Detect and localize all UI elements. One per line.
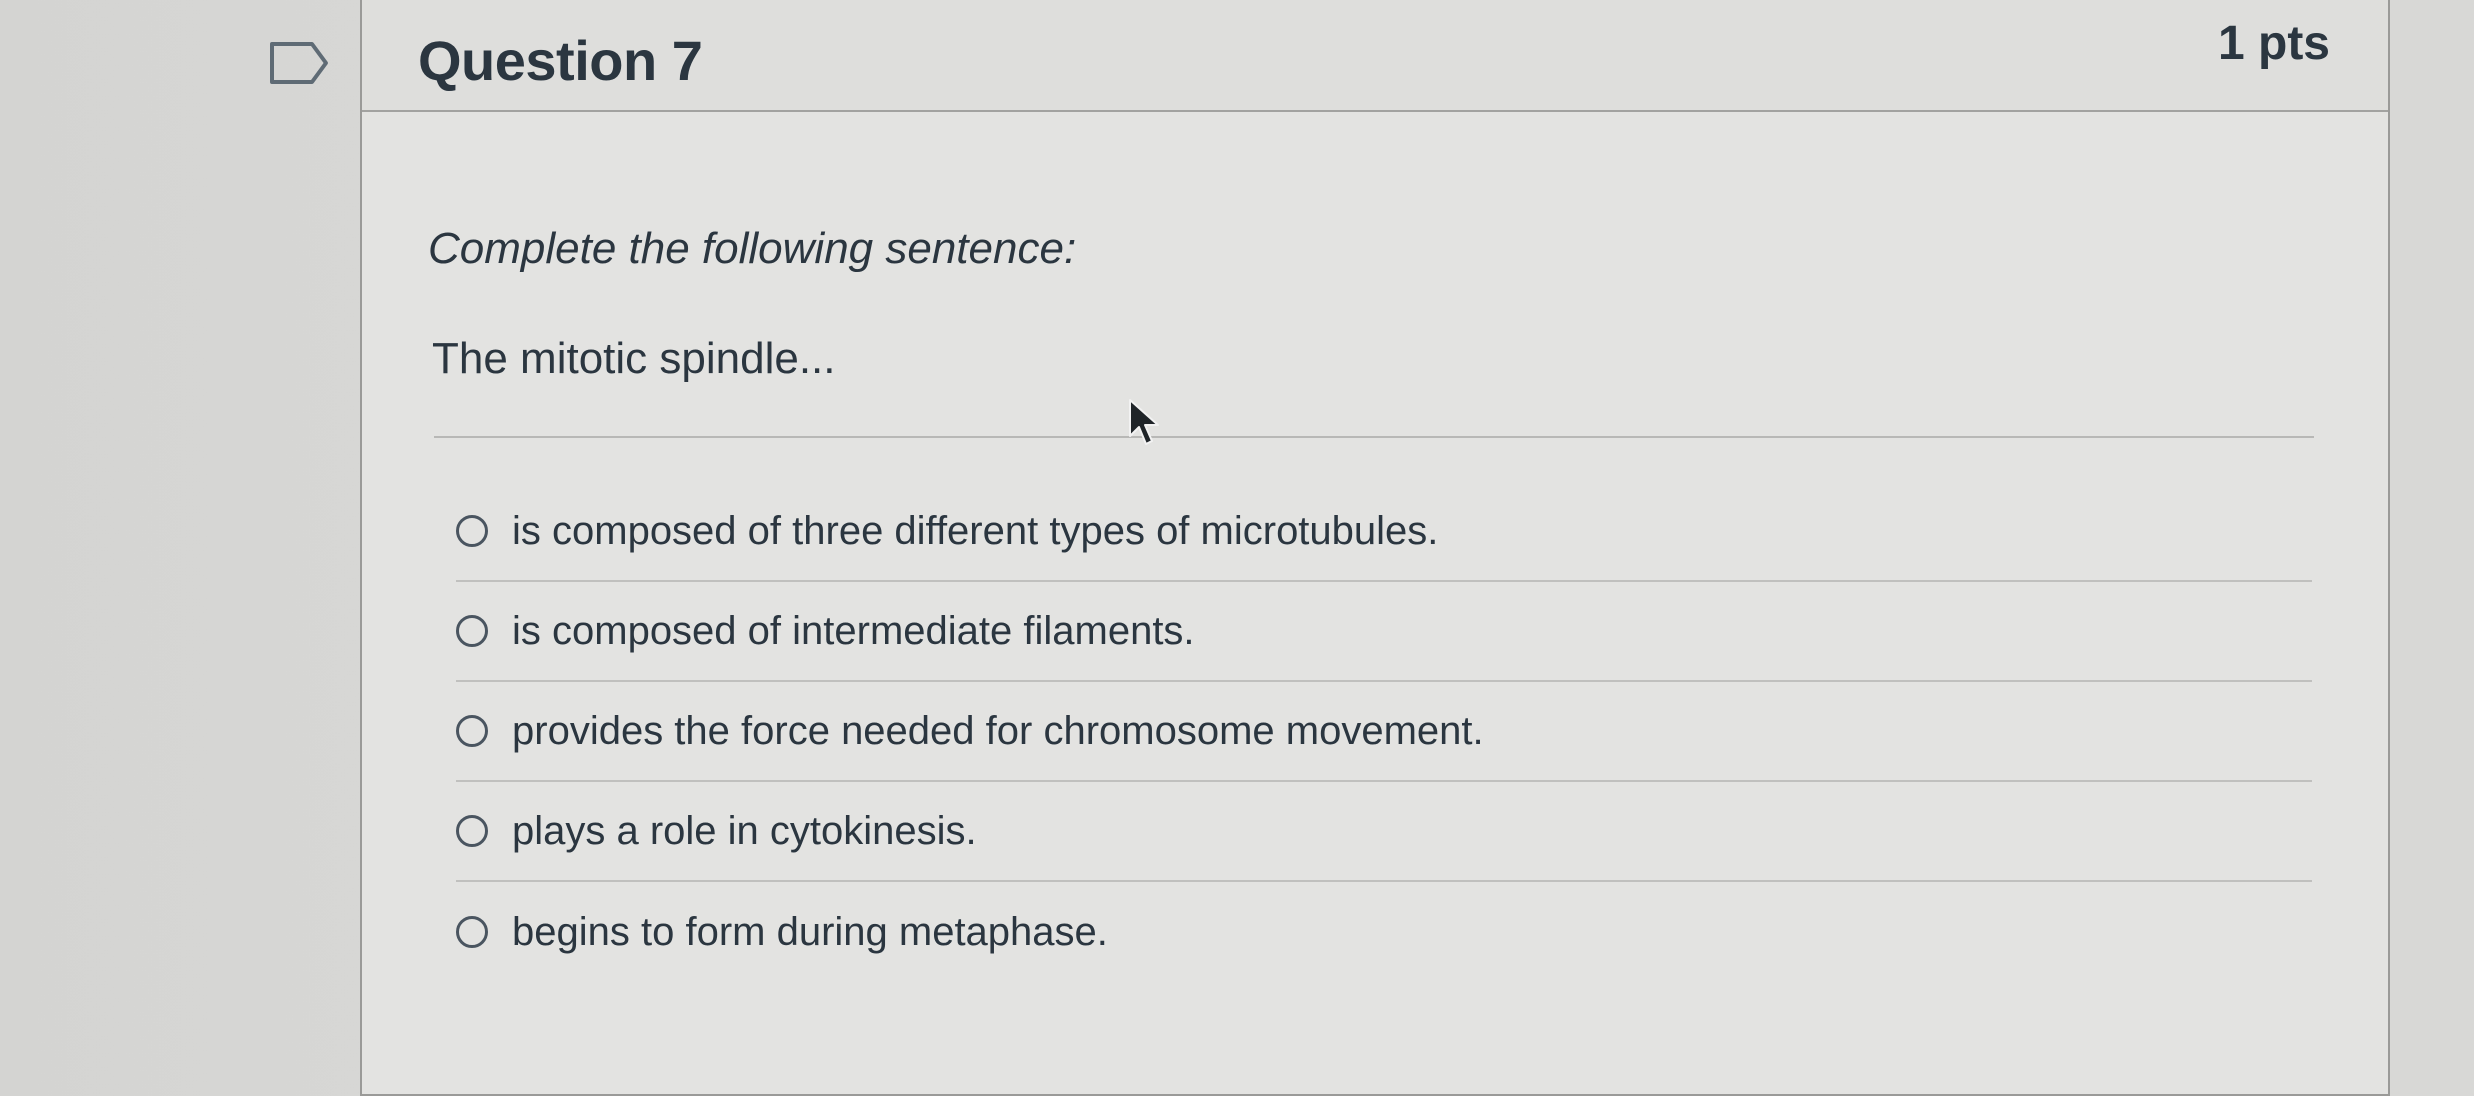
answer-label[interactable]: provides the force needed for chromosome… [512,709,1484,754]
question-stem: The mitotic spindle... [432,334,836,383]
question-header: Question 7 1 pts [362,0,2388,112]
question-card: Question 7 1 pts Complete the following … [360,0,2390,1096]
answer-label[interactable]: plays a role in cytokinesis. [512,809,977,854]
answer-option[interactable]: is composed of three different types of … [456,482,2312,582]
answer-label[interactable]: begins to form during metaphase. [512,910,1108,955]
question-body: Complete the following sentence: The mit… [362,112,2388,1094]
answer-label[interactable]: is composed of three different types of … [512,509,1438,554]
mouse-pointer-icon [1129,399,1159,445]
radio-button[interactable] [456,916,488,948]
flag-question-icon[interactable] [268,40,330,86]
answer-list: is composed of three different types of … [456,482,2312,982]
radio-button[interactable] [456,815,488,847]
question-title: Question 7 [418,29,703,92]
question-prompt: Complete the following sentence: [428,224,1077,273]
points-value: 1 pts [2217,17,2330,70]
answer-option[interactable]: is composed of intermediate filaments. [456,582,2312,682]
answers-top-divider [434,436,2314,438]
radio-button[interactable] [456,715,488,747]
radio-button[interactable] [456,515,488,547]
answer-option[interactable]: plays a role in cytokinesis. [456,782,2312,882]
answer-option[interactable]: provides the force needed for chromosome… [456,682,2312,782]
answer-label[interactable]: is composed of intermediate filaments. [512,609,1195,654]
answer-option[interactable]: begins to form during metaphase. [456,882,2312,982]
radio-button[interactable] [456,615,488,647]
